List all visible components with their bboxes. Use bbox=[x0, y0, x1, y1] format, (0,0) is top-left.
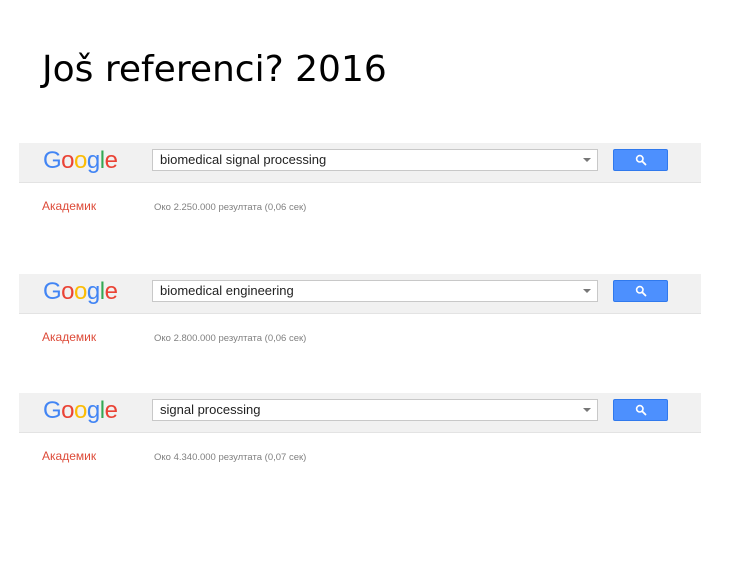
results-count: Око 4.340.000 резултата (0,07 сек) bbox=[154, 452, 307, 463]
logo-letter: G bbox=[43, 147, 62, 174]
dropdown-arrow-icon[interactable] bbox=[583, 158, 591, 162]
search-result-block-3: Google signal processing Академик Око 4.… bbox=[19, 393, 701, 483]
search-query-text: signal processing bbox=[160, 402, 261, 417]
search-query-text: biomedical signal processing bbox=[160, 152, 327, 167]
logo-letter: o bbox=[61, 147, 75, 174]
search-result-block-1: Google biomedical signal processing Акад… bbox=[19, 143, 701, 233]
results-count: Око 2.250.000 резултата (0,06 сек) bbox=[154, 202, 307, 213]
logo-letter: e bbox=[104, 278, 118, 305]
search-result-block-2: Google biomedical engineering Академик О… bbox=[19, 274, 701, 364]
logo-letter: g bbox=[86, 147, 100, 174]
magnifier-icon bbox=[635, 285, 647, 297]
search-button[interactable] bbox=[613, 149, 668, 171]
search-button[interactable] bbox=[613, 280, 668, 302]
logo-letter: G bbox=[43, 397, 62, 424]
search-input[interactable]: signal processing bbox=[152, 399, 598, 421]
logo-letter: g bbox=[86, 278, 100, 305]
logo-letter: g bbox=[86, 397, 100, 424]
search-input[interactable]: biomedical engineering bbox=[152, 280, 598, 302]
logo-letter: o bbox=[74, 147, 87, 174]
scholar-label[interactable]: Академик bbox=[42, 199, 96, 213]
google-logo[interactable]: Google bbox=[43, 146, 118, 176]
logo-letter: e bbox=[104, 147, 118, 174]
logo-letter: o bbox=[74, 397, 87, 424]
google-logo[interactable]: Google bbox=[43, 277, 118, 307]
logo-letter: G bbox=[43, 278, 62, 305]
logo-letter: e bbox=[104, 397, 118, 424]
results-count: Око 2.800.000 резултата (0,06 сек) bbox=[154, 333, 307, 344]
logo-letter: o bbox=[61, 397, 75, 424]
magnifier-icon bbox=[635, 404, 647, 416]
search-input[interactable]: biomedical signal processing bbox=[152, 149, 598, 171]
logo-letter: o bbox=[74, 278, 87, 305]
logo-letter: o bbox=[61, 278, 75, 305]
search-query-text: biomedical engineering bbox=[160, 283, 294, 298]
dropdown-arrow-icon[interactable] bbox=[583, 408, 591, 412]
dropdown-arrow-icon[interactable] bbox=[583, 289, 591, 293]
magnifier-icon bbox=[635, 154, 647, 166]
slide-title: Još referenci? 2016 bbox=[42, 49, 387, 90]
google-logo[interactable]: Google bbox=[43, 396, 118, 426]
scholar-label[interactable]: Академик bbox=[42, 449, 96, 463]
scholar-label[interactable]: Академик bbox=[42, 330, 96, 344]
search-button[interactable] bbox=[613, 399, 668, 421]
